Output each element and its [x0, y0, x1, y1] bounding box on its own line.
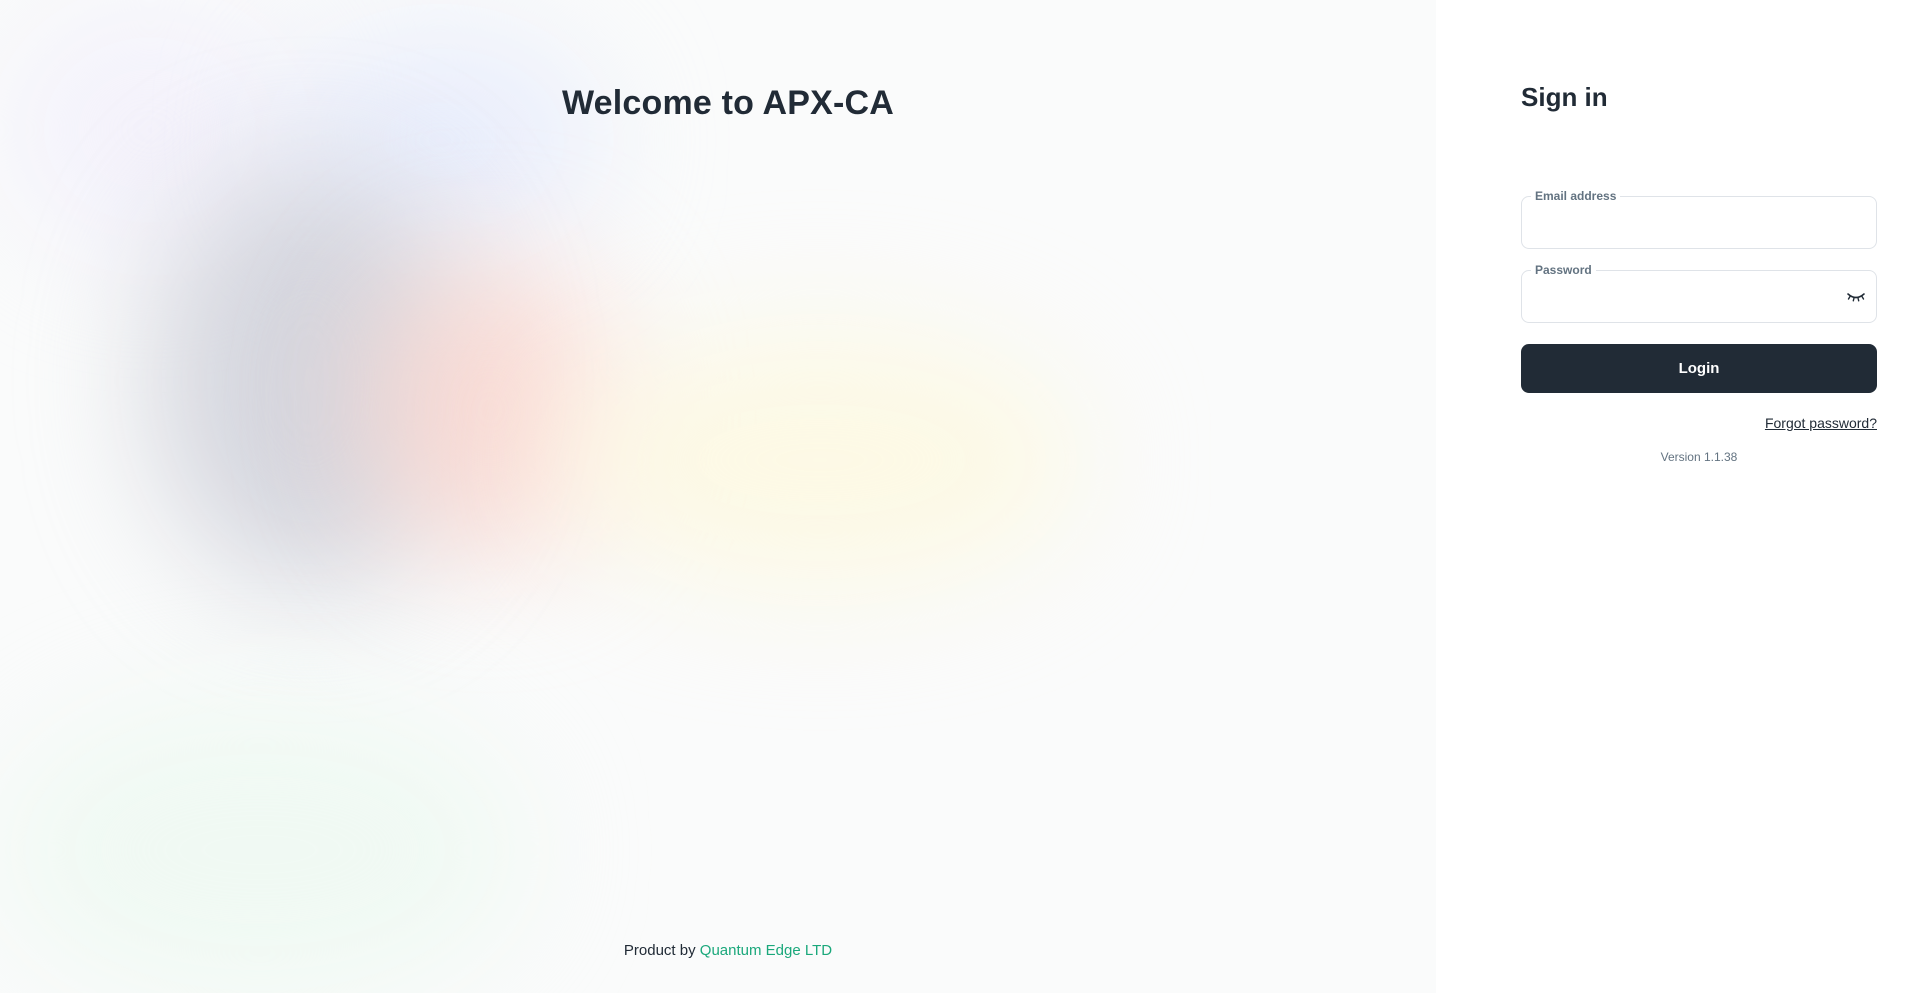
background-blur-yellow	[560, 330, 1080, 590]
email-field[interactable]: Email address	[1521, 189, 1877, 249]
welcome-title: Welcome to APX-CA	[561, 84, 895, 122]
password-label: Password	[1531, 263, 1596, 277]
password-input[interactable]	[1536, 283, 1840, 313]
login-button[interactable]: Login	[1521, 344, 1877, 393]
eye-closed-icon[interactable]	[1846, 288, 1866, 304]
company-link[interactable]: Quantum Edge LTD	[700, 942, 832, 959]
forgot-password-link[interactable]: Forgot password?	[1765, 415, 1877, 431]
product-credit-prefix: Product by	[623, 942, 696, 959]
welcome-panel: Welcome to APX-CA Product by Quantum Edg…	[0, 0, 1436, 993]
password-field[interactable]: Password	[1521, 263, 1877, 323]
login-page: Welcome to APX-CA Product by Quantum Edg…	[0, 0, 1920, 993]
version-label: Version 1.1.38	[1660, 450, 1738, 464]
product-credit: Product by Quantum Edge LTD	[0, 942, 1436, 959]
email-label: Email address	[1531, 189, 1621, 203]
signin-panel: Sign in Email address Password Login For…	[1436, 0, 1920, 993]
email-input[interactable]	[1536, 209, 1840, 239]
signin-title: Sign in	[1521, 82, 1608, 112]
